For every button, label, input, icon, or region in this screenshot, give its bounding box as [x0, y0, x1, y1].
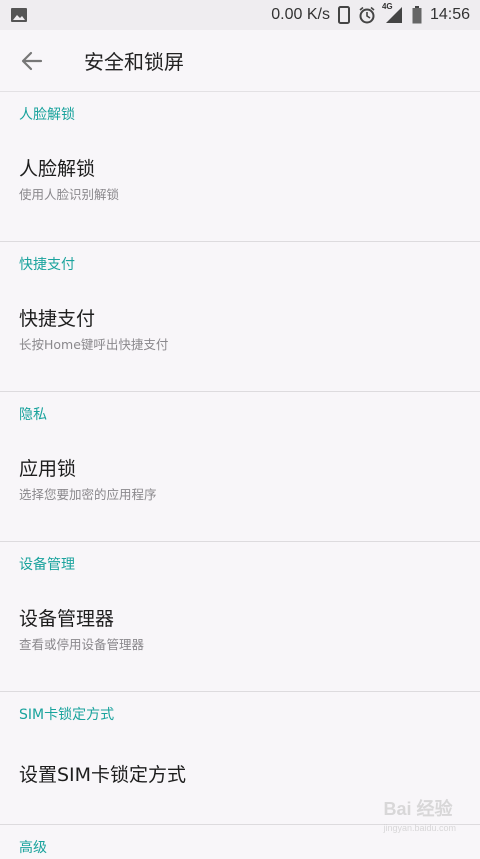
- item-subtitle: 长按Home键呼出快捷支付: [19, 337, 169, 352]
- section-header: 设备管理: [19, 557, 75, 573]
- item-title: 应用锁: [19, 458, 77, 480]
- section-device-management: 设备管理 设备管理器 查看或停用设备管理器: [0, 542, 480, 692]
- item-title: 快捷支付: [19, 308, 96, 330]
- back-button[interactable]: [0, 30, 64, 92]
- section-header: 人脸解锁: [19, 107, 75, 123]
- item-subtitle: 选择您要加密的应用程序: [19, 487, 157, 502]
- section-header: 隐私: [19, 407, 47, 423]
- app-lock-item[interactable]: 应用锁 选择您要加密的应用程序: [0, 426, 480, 541]
- watermark: Bai 经验 jingyan.baidu.com: [383, 795, 456, 833]
- item-title: 设备管理器: [19, 608, 115, 630]
- net-speed: 0.00 K/s: [271, 6, 330, 23]
- section-face-unlock: 人脸解锁 人脸解锁 使用人脸识别解锁: [0, 92, 480, 242]
- section-quick-pay: 快捷支付 快捷支付 长按Home键呼出快捷支付: [0, 242, 480, 392]
- watermark-brand: Bai 经验: [383, 799, 453, 819]
- status-bar: 0.00 K/s 4G 14:56: [0, 0, 480, 30]
- app-bar: 安全和锁屏: [0, 30, 480, 92]
- item-title: 人脸解锁: [19, 158, 96, 180]
- alarm-icon: [358, 6, 376, 24]
- battery-icon: [412, 6, 422, 24]
- phone-vibrate-icon: [337, 6, 350, 24]
- section-header: SIM卡锁定方式: [19, 707, 115, 723]
- section-privacy: 隐私 应用锁 选择您要加密的应用程序: [0, 392, 480, 542]
- watermark-url: jingyan.baidu.com: [383, 823, 456, 833]
- item-subtitle: 使用人脸识别解锁: [19, 187, 120, 202]
- image-notification-icon: [10, 7, 28, 23]
- item-title: 设置SIM卡锁定方式: [19, 764, 187, 786]
- quick-pay-item[interactable]: 快捷支付 长按Home键呼出快捷支付: [0, 276, 480, 391]
- page-title: 安全和锁屏: [84, 50, 184, 74]
- signal-icon: 4G: [382, 2, 404, 24]
- clock: 14:56: [429, 6, 470, 23]
- device-admin-item[interactable]: 设备管理器 查看或停用设备管理器: [0, 576, 480, 691]
- network-type: 4G: [381, 2, 393, 11]
- arrow-left-icon: [21, 51, 43, 70]
- item-subtitle: 查看或停用设备管理器: [19, 637, 145, 652]
- section-header: 快捷支付: [19, 257, 75, 273]
- face-unlock-item[interactable]: 人脸解锁 使用人脸识别解锁: [0, 126, 480, 241]
